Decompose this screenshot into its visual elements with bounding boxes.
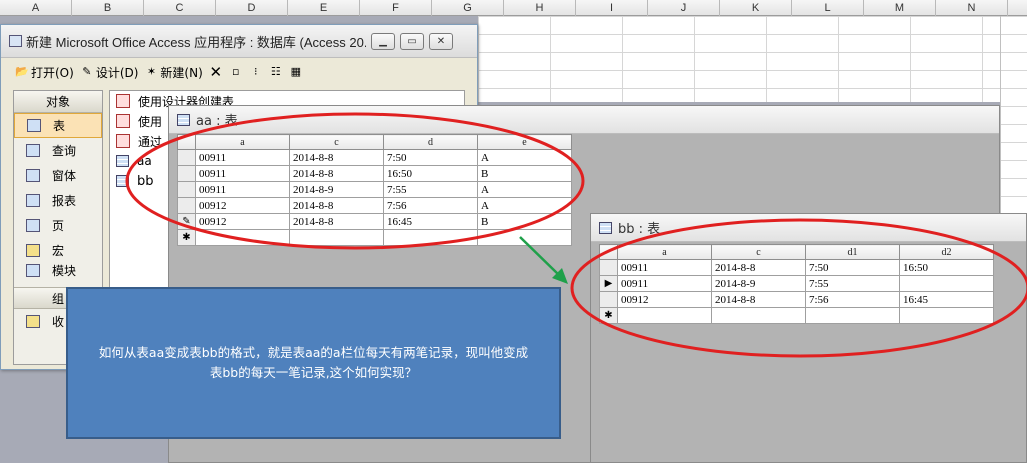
arrow-line bbox=[519, 236, 561, 277]
highlight-ellipse-aa bbox=[125, 112, 585, 250]
callout-text: 如何从表aa变成表bb的格式，就是表aa的a栏位每天有两笔记录，现叫他变成表bb… bbox=[98, 345, 529, 380]
question-callout: 如何从表aa变成表bb的格式，就是表aa的a栏位每天有两笔记录，现叫他变成表bb… bbox=[66, 287, 561, 439]
highlight-ellipse-bb bbox=[570, 218, 1027, 358]
